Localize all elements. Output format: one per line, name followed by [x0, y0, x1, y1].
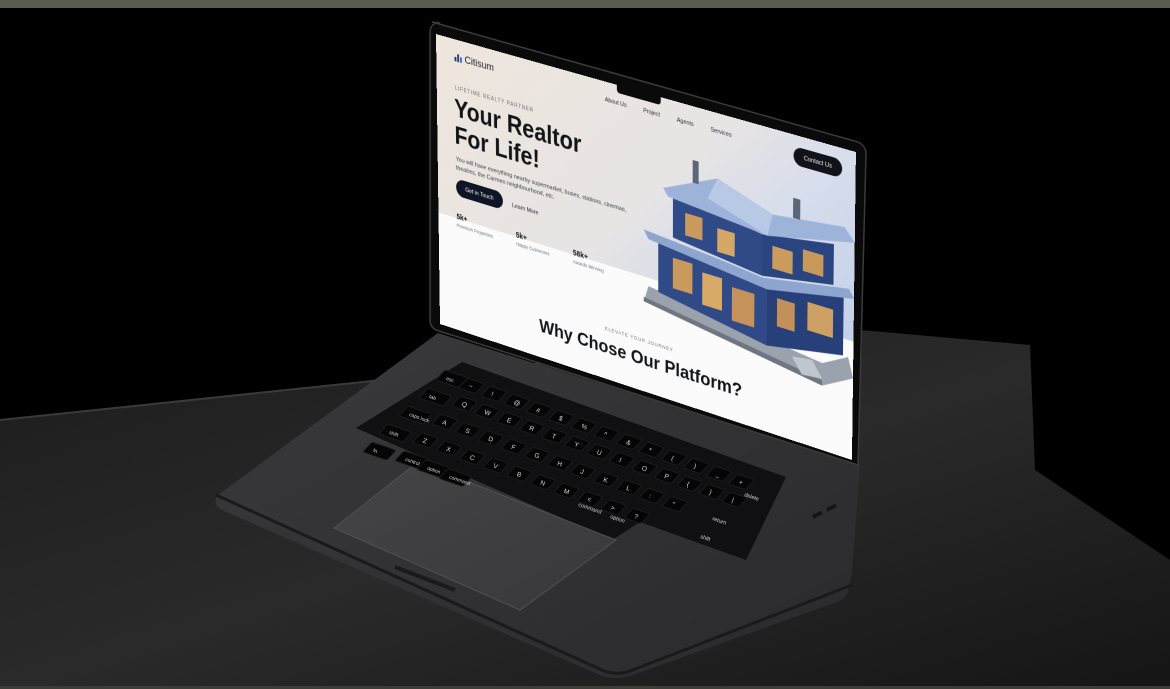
- nav-agents[interactable]: Agents: [677, 116, 694, 128]
- logo-text: Citisum: [464, 54, 494, 74]
- logo-icon: [454, 53, 462, 64]
- nav-about-us[interactable]: About Us: [605, 96, 627, 109]
- nav-project[interactable]: Project: [643, 107, 660, 119]
- site-logo[interactable]: Citisum: [454, 51, 494, 74]
- nav-services[interactable]: Services: [711, 126, 732, 139]
- contact-us-button[interactable]: Contact Us: [793, 146, 843, 179]
- learn-more-link[interactable]: Learn More: [512, 202, 538, 217]
